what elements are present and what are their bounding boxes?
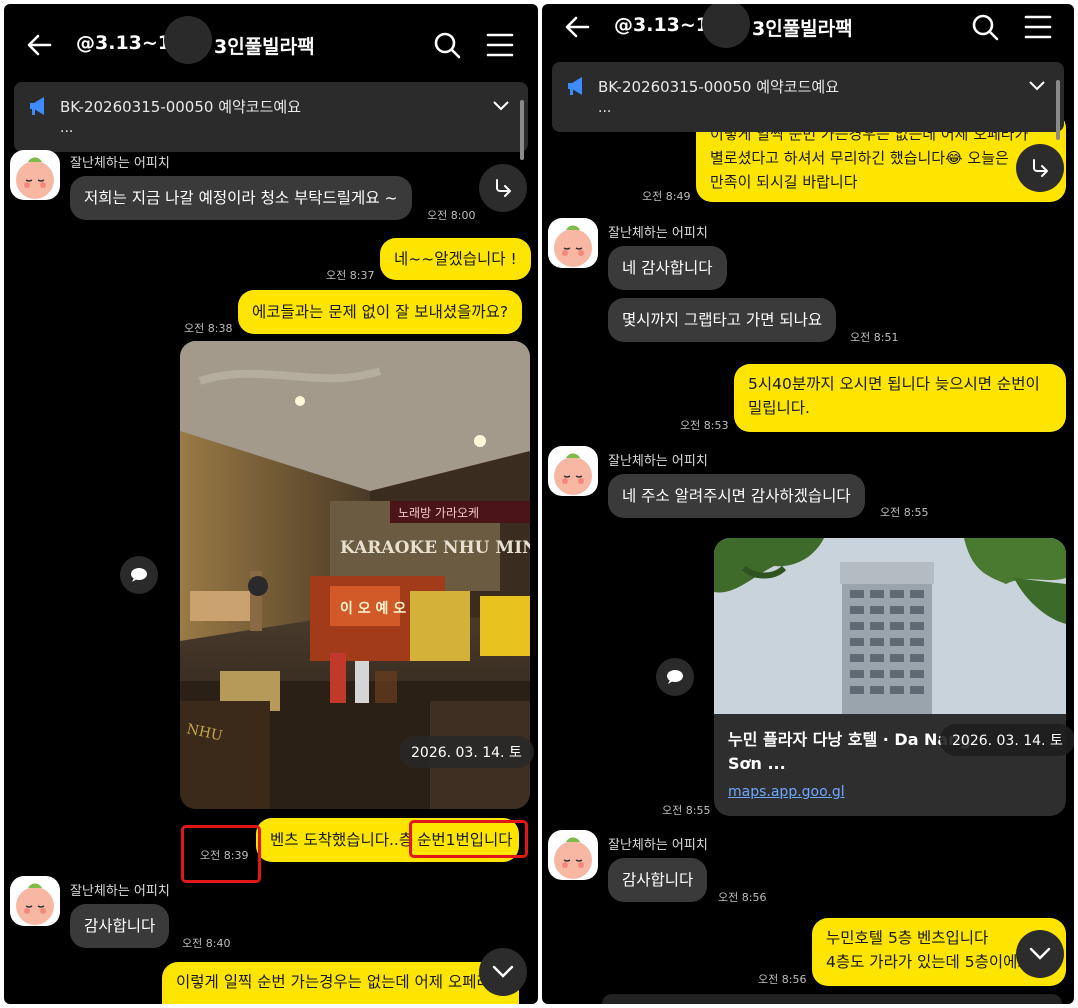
hotel-photo	[714, 538, 1066, 714]
message-line: 만족이 되시길 바랍니다	[710, 173, 858, 191]
input-bar-edge[interactable]	[602, 994, 1062, 1004]
outgoing-message[interactable]: 에코들과는 문제 없이 잘 보내셨을까요?	[238, 290, 523, 334]
share-button[interactable]	[1016, 144, 1064, 192]
back-arrow-icon[interactable]	[562, 12, 592, 42]
search-icon[interactable]	[432, 30, 462, 60]
scrollbar[interactable]	[520, 100, 524, 160]
chat-screen-left: @3.13~15 3인풀빌라팩 BK-20260315-00050 예약코드예요…	[4, 4, 538, 1004]
scroll-down-button[interactable]	[479, 948, 527, 996]
sender-name: 잘난체하는 어피치	[70, 156, 170, 171]
notice-more: ...	[598, 100, 612, 116]
outgoing-message[interactable]: 이렇게 일찍 순번 가는경우는 없는데 어제 오페라가	[162, 962, 520, 1004]
share-arrow-icon	[496, 179, 511, 197]
comment-button[interactable]	[120, 556, 158, 594]
blurred-avatar	[164, 16, 212, 64]
notice-text: BK-20260315-00050 예약코드예요	[598, 78, 840, 96]
sender-name: 잘난체하는 어피치	[608, 838, 708, 853]
menu-icon[interactable]	[1024, 15, 1052, 39]
outgoing-message[interactable]: 5시40분까지 오시면 됩니다 늦으시면 순번이 밀립니다.	[734, 364, 1066, 432]
chat-title-suffix: 3인풀빌라팩	[752, 18, 853, 40]
chat-header: @3.13~15 3인풀빌라팩	[4, 4, 538, 84]
megaphone-icon	[568, 77, 582, 95]
sender-name: 잘난체하는 어피치	[608, 226, 708, 241]
message-time: 오전 8:55	[880, 506, 929, 519]
incoming-message[interactable]: 감사합니다	[608, 858, 708, 902]
notice-more: ...	[60, 120, 74, 136]
sender-name: 잘난체하는 어피치	[70, 884, 170, 899]
message-time: 오전 8:49	[642, 190, 691, 203]
message-time: 오전 8:37	[326, 269, 375, 282]
notice-banner[interactable]: BK-20260315-00050 예약코드예요 ...	[552, 62, 1064, 132]
blurred-avatar	[702, 4, 750, 48]
message-line: 누민호텔 5층 벤츠입니다	[826, 929, 989, 947]
menu-icon[interactable]	[486, 33, 514, 57]
karaoke-sign: KARAOKE NHU MINH	[340, 538, 530, 558]
message-line: 밀립니다.	[748, 399, 810, 417]
chat-screen-right: @3.13~15 3인풀빌라팩 이렇게 일찍 순번 가는경우는 없는데 어제 오…	[542, 4, 1074, 1004]
scroll-down-button[interactable]	[1016, 930, 1064, 978]
chat-title-suffix: 3인풀빌라팩	[214, 36, 315, 58]
avatar[interactable]	[10, 876, 60, 926]
message-time: 오전 8:56	[758, 973, 807, 986]
chevron-down-icon	[1029, 947, 1051, 960]
message-line: 별로셨다고 하셔서 무리하긴 했습니다😂 오늘은	[710, 149, 1009, 167]
counter-sign: 이 오 예 오	[340, 600, 406, 617]
avatar[interactable]	[548, 446, 598, 496]
avatar[interactable]	[548, 218, 598, 268]
avatar[interactable]	[10, 150, 60, 200]
scrollbar[interactable]	[1056, 80, 1060, 140]
comment-button[interactable]	[656, 658, 694, 696]
korean-sign: 노래방 가라오케	[398, 506, 479, 520]
outgoing-message[interactable]: 네~~알겠습니다 !	[380, 238, 531, 280]
sender-name: 잘난체하는 어피치	[608, 454, 708, 469]
avatar[interactable]	[548, 830, 598, 880]
incoming-message[interactable]: 네 주소 알려주시면 감사하겠습니다	[608, 474, 865, 518]
message-line: 5시40분까지 오시면 됩니다 늦으시면 순번이	[748, 375, 1040, 393]
link-preview-card[interactable]: 누민 플라자 다낭 호텔 · Da Nang Sơn ... maps.app.…	[714, 538, 1066, 816]
message-time: 오전 8:53	[680, 419, 729, 432]
chevron-down-icon[interactable]	[492, 100, 510, 112]
share-button[interactable]	[479, 164, 527, 212]
incoming-message[interactable]: 몇시까지 그랩타고 가면 되나요	[608, 298, 837, 342]
photo-date-chip: 2026. 03. 14. 토	[399, 736, 534, 768]
message-line: 4층도 가라가 있는데 5층이에요	[826, 953, 1032, 971]
notice-text: BK-20260315-00050 예약코드예요	[60, 98, 302, 116]
chat-header: @3.13~15 3인풀빌라팩	[542, 4, 1074, 64]
message-text: 벤츠 도착했습니다..층	[270, 831, 414, 849]
speech-bubble-icon	[667, 670, 683, 684]
link-url[interactable]: maps.app.goo.gl	[728, 784, 845, 800]
highlight-box	[409, 820, 528, 858]
search-icon[interactable]	[970, 12, 1000, 42]
message-time: 오전 8:56	[718, 891, 767, 904]
chevron-down-icon[interactable]	[1028, 80, 1046, 92]
notice-banner[interactable]: BK-20260315-00050 예약코드예요 ...	[14, 82, 528, 152]
message-time: 오전 8:55	[662, 804, 711, 817]
highlight-box	[181, 825, 261, 883]
message-time: 오전 8:38	[184, 322, 233, 335]
message-time: 오전 8:40	[182, 937, 231, 950]
message-time: 오전 8:51	[850, 331, 899, 344]
incoming-message[interactable]: 감사합니다	[70, 904, 170, 948]
date-chip-overlay: 2026. 03. 14. 토	[940, 724, 1074, 756]
back-arrow-icon[interactable]	[24, 30, 54, 60]
incoming-message[interactable]: 네 감사합니다	[608, 246, 727, 290]
megaphone-icon	[30, 97, 44, 115]
chevron-down-icon	[492, 965, 514, 978]
message-time: 오전 8:00	[427, 209, 476, 222]
share-arrow-icon	[1033, 159, 1048, 177]
speech-bubble-icon	[131, 568, 147, 582]
incoming-message[interactable]: 저희는 지금 나갈 예정이라 청소 부탁드릴게요 ~	[70, 176, 412, 220]
